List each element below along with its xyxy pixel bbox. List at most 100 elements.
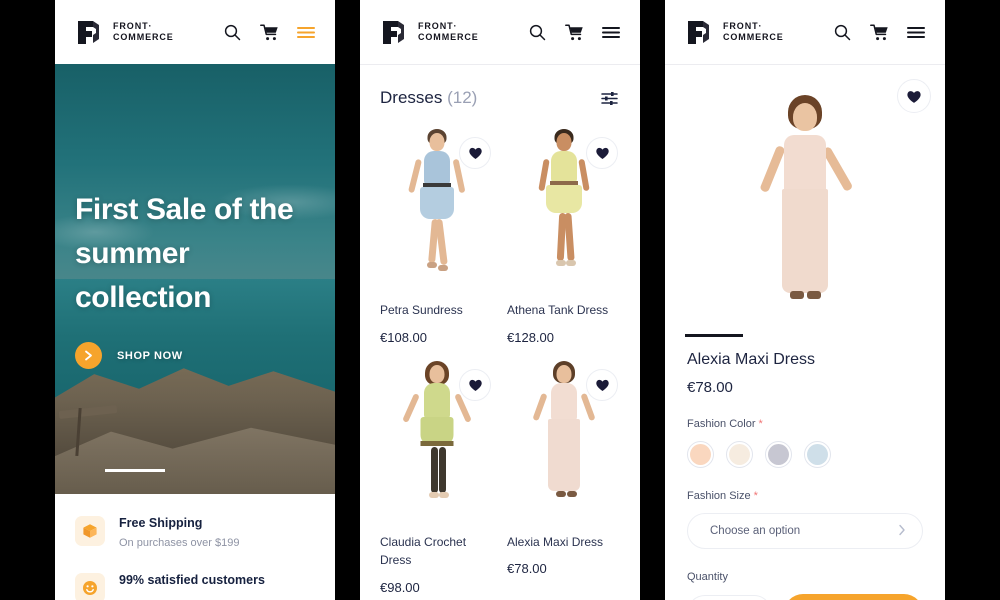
quantity-stepper[interactable]: − 1 + xyxy=(687,595,772,600)
required-asterisk: * xyxy=(753,490,758,502)
product-name: Alexia Maxi Dress xyxy=(507,534,604,549)
heart-icon[interactable] xyxy=(897,79,931,113)
product-grid: Petra Sundress €108.00 Athena Tank Dress… xyxy=(360,119,640,595)
product-card[interactable]: Alexia Maxi Dress €78.00 xyxy=(501,350,626,595)
product-price: €78.00 xyxy=(687,379,733,396)
app-header-pdp: FRONT· COMMERCE xyxy=(665,0,945,64)
category-name: Dresses xyxy=(380,88,443,107)
brand-line-2: COMMERCE xyxy=(418,32,479,42)
brand-line-1: FRONT· xyxy=(113,21,153,32)
color-label-text: Fashion Color xyxy=(687,418,756,430)
product-details: Alexia Maxi Dress €78.00 Fashion Color *… xyxy=(665,323,945,600)
size-select-value: Choose an option xyxy=(710,525,801,537)
product-image-slider-indicator[interactable] xyxy=(685,334,743,337)
cart-icon[interactable] xyxy=(563,21,585,43)
brand-line-1: FRONT· xyxy=(418,21,458,32)
front-commerce-logo-icon xyxy=(75,17,105,47)
brand-logo-home[interactable]: FRONT· COMMERCE xyxy=(75,17,174,47)
product-image xyxy=(501,350,626,529)
feature-item-satisfied-customers: 99% satisfied customers xyxy=(75,573,315,600)
brand-line-1: FRONT· xyxy=(723,21,763,32)
product-name: Athena Tank Dress xyxy=(507,303,609,317)
cart-icon[interactable] xyxy=(258,21,280,43)
feature-subtitle: On purchases over $199 xyxy=(119,537,240,549)
size-select[interactable]: Choose an option xyxy=(687,513,923,549)
product-name: Claudia Crochet Dress xyxy=(380,534,467,568)
heart-icon[interactable] xyxy=(459,137,491,169)
product-price: €128.00 xyxy=(507,329,554,345)
hamburger-menu-icon[interactable] xyxy=(905,21,927,43)
phone-screen-listing: FRONT· COMMERCE Dresses (12) Petra Sundr… xyxy=(360,0,640,600)
hamburger-menu-icon[interactable] xyxy=(295,21,317,43)
header-actions-listing xyxy=(526,21,622,43)
hamburger-menu-icon[interactable] xyxy=(600,21,622,43)
fashion-color-label: Fashion Color * xyxy=(687,418,923,430)
color-swatch-peach[interactable] xyxy=(687,441,714,468)
feature-list: Free Shipping On purchases over $199 99%… xyxy=(55,494,335,600)
model-illustration xyxy=(750,93,860,323)
hero-copy: First Sale of the summer collection xyxy=(75,188,315,319)
product-price: €98.00 xyxy=(380,579,420,595)
brand-name-listing: FRONT· COMMERCE xyxy=(418,21,479,43)
product-image xyxy=(374,350,499,529)
product-hero-image[interactable] xyxy=(665,65,945,337)
front-commerce-logo-icon xyxy=(380,17,410,47)
product-card[interactable]: Athena Tank Dress €128.00 xyxy=(501,119,626,345)
category-title: Dresses (12) xyxy=(380,88,477,108)
search-icon[interactable] xyxy=(526,21,548,43)
product-card[interactable]: Claudia Crochet Dress €98.00 xyxy=(374,350,499,595)
hero-title: First Sale of the summer collection xyxy=(75,193,294,314)
chevron-right-icon xyxy=(898,524,906,539)
brand-line-2: COMMERCE xyxy=(723,32,784,42)
color-swatch-grey-lavender[interactable] xyxy=(765,441,792,468)
required-asterisk: * xyxy=(758,418,763,430)
category-header: Dresses (12) xyxy=(360,65,640,119)
heart-icon[interactable] xyxy=(459,368,491,401)
hero-slider-indicator[interactable] xyxy=(105,469,165,472)
heart-icon[interactable] xyxy=(586,368,618,401)
color-swatch-group xyxy=(687,441,923,468)
fashion-size-label: Fashion Size * xyxy=(687,490,923,502)
three-phone-screens: FRONT· COMMERCE First Sale of the summer… xyxy=(0,0,1000,600)
purchase-row: − 1 + ADD TO CART xyxy=(687,594,923,600)
category-count: (12) xyxy=(447,88,478,107)
color-swatch-light-blue[interactable] xyxy=(804,441,831,468)
feature-title: Free Shipping xyxy=(119,516,203,530)
app-header-listing: FRONT· COMMERCE xyxy=(360,0,640,64)
filter-sliders-icon[interactable] xyxy=(598,87,620,109)
feature-title: 99% satisfied customers xyxy=(119,573,265,587)
phone-screen-home: FRONT· COMMERCE First Sale of the summer… xyxy=(55,0,335,600)
app-header-home: FRONT· COMMERCE xyxy=(55,0,335,64)
smiley-face-icon xyxy=(75,573,105,600)
brand-name-pdp: FRONT· COMMERCE xyxy=(723,21,784,43)
heart-icon[interactable] xyxy=(586,137,618,169)
chevron-right-icon xyxy=(75,342,102,369)
add-to-cart-button[interactable]: ADD TO CART xyxy=(784,594,923,600)
hero-banner[interactable]: First Sale of the summer collection SHOP… xyxy=(55,64,335,494)
brand-logo-pdp[interactable]: FRONT· COMMERCE xyxy=(685,17,784,47)
product-card[interactable]: Petra Sundress €108.00 xyxy=(374,119,499,345)
feature-text-free-shipping: Free Shipping On purchases over $199 xyxy=(119,516,239,549)
front-commerce-logo-icon xyxy=(685,17,715,47)
phone-screen-product-detail: FRONT· COMMERCE Alexia Maxi Dress €78.00… xyxy=(665,0,945,600)
header-actions-home xyxy=(221,21,317,43)
cart-icon[interactable] xyxy=(868,21,890,43)
brand-logo-listing[interactable]: FRONT· COMMERCE xyxy=(380,17,479,47)
search-icon[interactable] xyxy=(831,21,853,43)
product-image xyxy=(501,119,626,297)
package-box-icon xyxy=(75,516,105,546)
feature-item-free-shipping: Free Shipping On purchases over $199 xyxy=(75,516,315,549)
shop-now-label: SHOP NOW xyxy=(117,349,183,362)
color-swatch-cream[interactable] xyxy=(726,441,753,468)
brand-line-2: COMMERCE xyxy=(113,32,174,42)
header-actions-pdp xyxy=(831,21,927,43)
shop-now-button[interactable]: SHOP NOW xyxy=(75,342,183,369)
brand-name-home: FRONT· COMMERCE xyxy=(113,21,174,43)
search-icon[interactable] xyxy=(221,21,243,43)
feature-text-satisfied-customers: 99% satisfied customers xyxy=(119,573,265,600)
product-price: €108.00 xyxy=(380,329,427,345)
product-image xyxy=(374,119,499,297)
product-price: €78.00 xyxy=(507,561,547,577)
product-name: Petra Sundress xyxy=(380,303,463,317)
product-title: Alexia Maxi Dress xyxy=(687,351,816,368)
